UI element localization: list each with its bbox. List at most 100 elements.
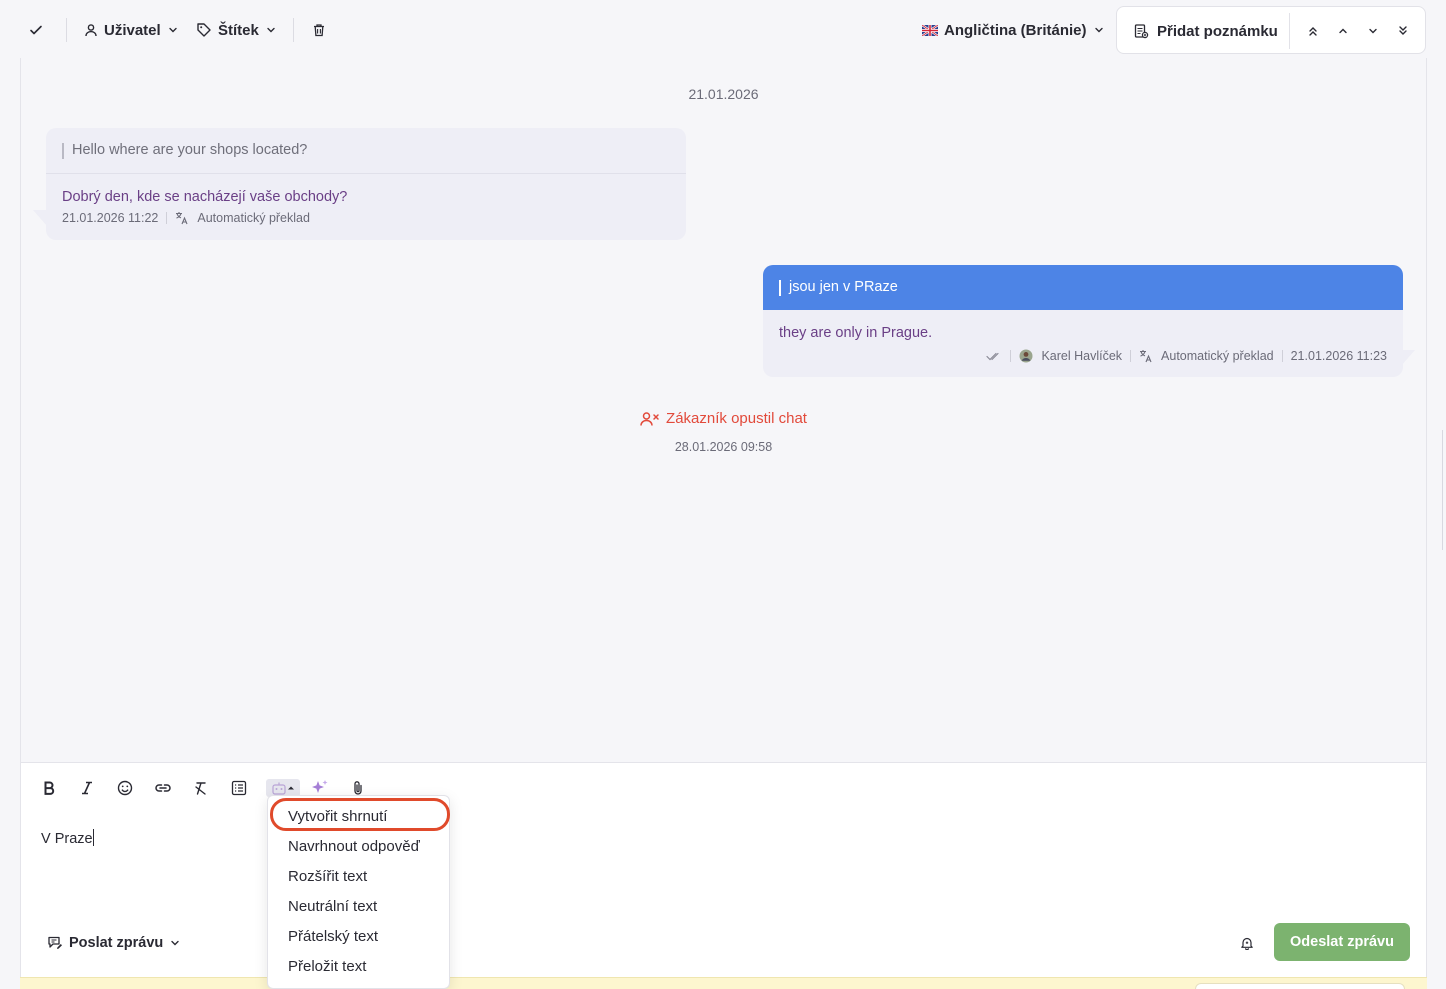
toolbar-divider [66, 18, 67, 42]
incoming-message: Hello where are your shops located? Dobr… [46, 128, 686, 240]
incoming-original-text: Hello where are your shops located? [72, 142, 308, 158]
trash-icon [312, 23, 326, 37]
clear-format-button[interactable] [188, 775, 214, 801]
outgoing-meta: Karel Havlíček Automatický překlad 21.01… [779, 349, 1387, 363]
jump-first-button[interactable] [1301, 19, 1325, 43]
jump-last-button[interactable] [1391, 19, 1415, 43]
chevron-down-icon [167, 24, 179, 36]
user-dropdown-label: Uživatel [104, 21, 161, 39]
menu-item-friendly-text[interactable]: Přátelský text [288, 924, 378, 948]
quote-bar [779, 280, 781, 296]
italic-icon [80, 781, 94, 795]
bold-button[interactable] [36, 775, 62, 801]
note-divider [1289, 13, 1290, 49]
editor-text: V Praze [41, 831, 93, 847]
language-label: Angličtina (Británie) [944, 21, 1087, 39]
delete-button[interactable] [312, 14, 326, 46]
language-dropdown[interactable]: Angličtina (Británie) [922, 14, 1105, 46]
avatar [1019, 349, 1033, 363]
system-event: Zákazník opustil chat 28.01.2026 09:58 [21, 410, 1426, 454]
send-mode-dropdown[interactable]: Poslat zprávu [47, 931, 181, 955]
tag-icon [196, 22, 212, 38]
bottom-notice-box [1195, 983, 1405, 989]
paperclip-icon [351, 780, 365, 796]
clear-format-icon [194, 781, 208, 795]
outgoing-translation-label: Automatický překlad [1161, 349, 1274, 363]
outgoing-original-text: jsou jen v PRaze [789, 279, 898, 295]
chevron-up-icon [1337, 25, 1349, 37]
uk-flag-icon [922, 24, 938, 36]
italic-button[interactable] [74, 775, 100, 801]
chevron-down-icon [169, 937, 181, 949]
menu-item-translate-text[interactable]: Přeložit text [288, 954, 366, 978]
agent-name: Karel Havlíček [1041, 349, 1123, 363]
side-panel-edge [1442, 430, 1446, 550]
toolbar-divider [293, 18, 294, 42]
top-toolbar: Uživatel Štítek Angličtina (Británie) Př… [0, 0, 1446, 60]
previous-button[interactable] [1331, 19, 1355, 43]
message-composer: V Praze Poslat zprávu Odeslat zprávu [20, 762, 1427, 977]
menu-item-expand-text[interactable]: Rozšířit text [288, 864, 367, 888]
message-editor[interactable]: V Praze [41, 829, 94, 847]
chevron-down-icon [265, 24, 277, 36]
smile-icon [117, 780, 133, 796]
user-remove-icon [640, 411, 660, 427]
link-button[interactable] [150, 775, 176, 801]
outgoing-translated-text: they are only in Prague. [779, 325, 933, 341]
meta-divider [166, 212, 168, 224]
text-caret [92, 829, 94, 846]
emoji-button[interactable] [112, 775, 138, 801]
check-icon [28, 22, 44, 38]
incoming-translated-text: Dobrý den, kde se nacházejí vaše obchody… [62, 189, 348, 205]
double-chevron-down-icon [1397, 25, 1409, 37]
user-icon [84, 23, 98, 37]
translate-icon [175, 211, 189, 225]
caret-up-icon [287, 784, 295, 792]
add-note-button[interactable]: Přidat poznámku [1133, 15, 1278, 47]
outgoing-original: jsou jen v PRaze [763, 265, 1403, 310]
translate-icon [1139, 349, 1153, 363]
menu-item-create-summary[interactable]: Vytvořit shrnutí [288, 804, 387, 828]
ai-actions-menu: Vytvořit shrnutí Navrhnout odpověď Rozší… [267, 795, 450, 989]
send-message-button[interactable]: Odeslat zprávu [1274, 923, 1410, 961]
double-check-icon [986, 350, 1002, 362]
chat-panel: 21.01.2026 Hello where are your shops lo… [20, 58, 1427, 762]
system-event-text: Zákazník opustil chat [666, 410, 807, 427]
meta-divider [1010, 350, 1012, 362]
meta-divider [1281, 350, 1283, 362]
incoming-meta: 21.01.2026 11:22 Automatický překlad [62, 211, 670, 225]
outgoing-bubble-tail [1401, 350, 1415, 366]
menu-item-neutral-text[interactable]: Neutrální text [288, 894, 377, 918]
incoming-translation: Dobrý den, kde se nacházejí vaše obchody… [46, 174, 686, 225]
user-dropdown[interactable]: Uživatel [84, 14, 179, 46]
system-event-timestamp: 28.01.2026 09:58 [674, 439, 773, 454]
message-edit-icon [47, 935, 63, 951]
customer-left-notice: Zákazník opustil chat [640, 410, 807, 427]
note-icon [1133, 23, 1149, 39]
list-box-icon [231, 780, 247, 796]
incoming-bubble-tail [33, 210, 47, 226]
bold-icon [42, 781, 56, 795]
note-navigation-box: Přidat poznámku [1116, 6, 1426, 54]
tag-dropdown[interactable]: Štítek [196, 14, 277, 46]
add-note-label: Přidat poznámku [1157, 22, 1278, 40]
chevron-down-icon [1367, 25, 1379, 37]
notification-button[interactable] [1237, 933, 1257, 953]
next-button[interactable] [1361, 19, 1385, 43]
templates-button[interactable] [226, 775, 252, 801]
quote-bar [62, 143, 64, 159]
menu-item-suggest-reply[interactable]: Navrhnout odpověď [288, 834, 420, 858]
robot-icon [271, 781, 287, 795]
resolve-button[interactable] [28, 14, 44, 46]
incoming-translation-label: Automatický překlad [197, 211, 310, 225]
outgoing-message: jsou jen v PRaze they are only in Prague… [763, 265, 1403, 377]
outgoing-timestamp: 21.01.2026 11:23 [1290, 349, 1387, 363]
date-separator: 21.01.2026 [688, 86, 759, 102]
meta-divider [1130, 350, 1132, 362]
link-icon [154, 782, 172, 794]
chevron-down-icon [1093, 24, 1105, 36]
send-mode-label: Poslat zprávu [69, 935, 164, 951]
double-chevron-up-icon [1307, 25, 1319, 37]
incoming-original: Hello where are your shops located? [46, 128, 686, 174]
bell-icon [1240, 936, 1254, 950]
